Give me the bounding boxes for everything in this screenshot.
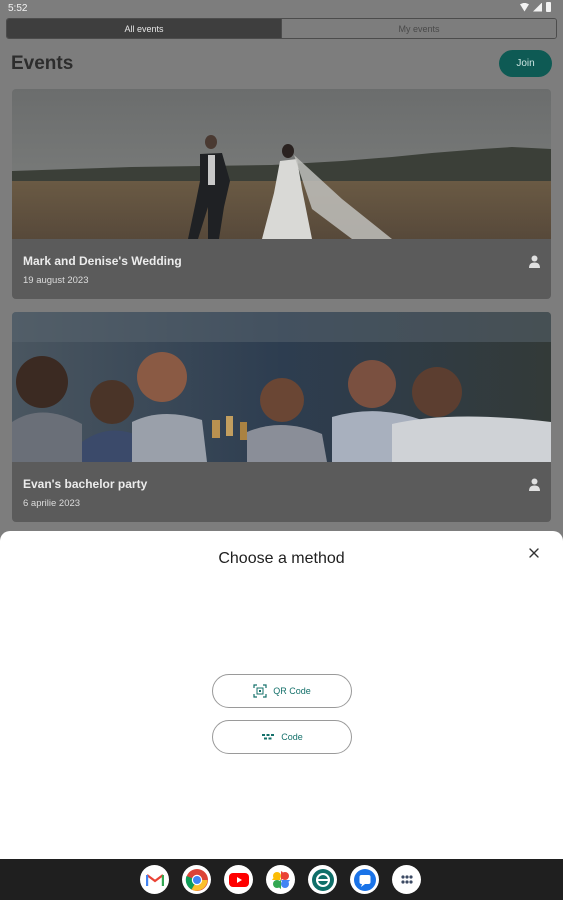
qr-code-label: QR Code (273, 686, 311, 696)
event-date: 6 aprilie 2023 (23, 498, 81, 509)
event-photo-wedding (12, 89, 551, 239)
event-photo-bachelor (12, 312, 551, 462)
choose-method-sheet: Choose a method QR Code Code (0, 531, 563, 859)
app-drawer-icon[interactable] (392, 865, 421, 894)
chrome-icon[interactable] (182, 865, 211, 894)
event-title: Mark and Denise's Wedding (23, 254, 182, 268)
person-icon (529, 255, 540, 268)
event-info-wedding: Mark and Denise's Wedding 19 august 2023 (12, 239, 551, 299)
photos-icon[interactable] (266, 865, 295, 894)
taskbar (0, 859, 563, 900)
close-icon (529, 548, 539, 558)
battery-icon (546, 2, 551, 12)
wifi-icon (520, 2, 529, 12)
messages-icon[interactable] (350, 865, 379, 894)
page-title: Events (11, 53, 74, 74)
qr-code-button[interactable]: QR Code (212, 674, 352, 708)
code-label: Code (281, 732, 303, 742)
dock (140, 865, 421, 894)
event-info-bachelor: Evan's bachelor party 6 aprilie 2023 (12, 462, 551, 522)
tab-my-events[interactable]: My events (281, 19, 556, 38)
status-time: 5:52 (8, 3, 28, 14)
gmail-icon[interactable] (140, 865, 169, 894)
close-button[interactable] (524, 543, 544, 563)
tab-all-events[interactable]: All events (7, 19, 281, 38)
status-icons (520, 2, 551, 12)
qr-scan-icon (253, 684, 267, 698)
event-card-bachelor[interactable]: Evan's bachelor party 6 aprilie 2023 (12, 312, 551, 522)
event-date: 19 august 2023 (23, 275, 89, 286)
keypad-icon (262, 734, 275, 740)
join-button[interactable]: Join (499, 50, 552, 77)
signal-icon (533, 2, 542, 12)
youtube-icon[interactable] (224, 865, 253, 894)
event-tabs: All events My events (6, 18, 557, 39)
person-icon (529, 478, 540, 491)
event-title: Evan's bachelor party (23, 477, 148, 491)
app-background: 5:52 All events My events Events Join Ma… (0, 0, 563, 560)
status-bar: 5:52 (0, 0, 563, 16)
code-button[interactable]: Code (212, 720, 352, 754)
sheet-title: Choose a method (218, 550, 345, 567)
app-icon[interactable] (308, 865, 337, 894)
event-card-wedding[interactable]: Mark and Denise's Wedding 19 august 2023 (12, 89, 551, 299)
